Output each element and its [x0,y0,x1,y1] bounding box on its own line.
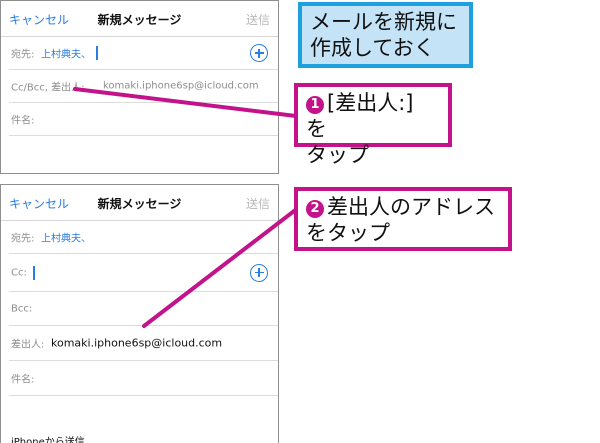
add-contact-icon[interactable] [250,263,268,282]
send-button[interactable]: 送信 [246,195,270,212]
to-recipient[interactable]: 上村典夫、 [41,46,91,61]
from-address[interactable]: komaki.iphone6sp@icloud.com [51,337,222,350]
nav-bar: キャンセル 新規メッセージ 送信 [1,185,278,221]
nav-bar: キャンセル 新規メッセージ 送信 [1,1,278,37]
subject-label: 件名: [11,115,35,127]
subject-field[interactable]: 件名: [9,103,278,136]
cc-bcc-from-field[interactable]: Cc/Bcc, 差出人: komaki.iphone6sp@icloud.com [9,70,278,103]
subject-label: 件名: [11,374,35,386]
to-label: 宛先: [11,233,35,245]
nav-title: 新規メッセージ [97,197,182,211]
to-field[interactable]: 宛先: 上村典夫、 [9,221,278,254]
callout-step2-line2: をタップ [306,221,390,245]
nav-title: 新規メッセージ [97,13,182,27]
send-button[interactable]: 送信 [246,11,270,28]
from-label: 差出人: [11,339,45,351]
callout-step1-line2: タップ [306,143,369,167]
cc-label: Cc: [11,267,27,278]
bcc-label: Bcc: [11,303,33,314]
add-contact-icon[interactable] [250,44,268,62]
to-recipient[interactable]: 上村典夫、 [41,230,91,245]
to-field[interactable]: 宛先: 上村典夫、 [9,37,278,70]
text-cursor [96,46,98,60]
cc-field[interactable]: Cc: [9,254,278,292]
callout-title-line1: メールを新規に [310,10,457,34]
step1-number-badge: 1 [306,96,324,114]
cc-bcc-from-label: Cc/Bcc, 差出人: [11,82,85,94]
callout-step1: 1 [差出人:] を タップ [294,83,452,167]
from-field[interactable]: 差出人: komaki.iphone6sp@icloud.com [9,326,278,361]
to-label: 宛先: [11,49,35,61]
cc-bcc-from-value: komaki.iphone6sp@icloud.com [103,80,259,92]
callout-step2: 2 差出人のアドレス をタップ [294,187,512,251]
callout-step2-line1: 差出人のアドレス [327,195,495,219]
signature-text: iPhoneから送信 [11,437,85,443]
text-cursor [33,265,35,280]
callout-title-line2: 作成しておく [310,36,435,60]
step2-number-badge: 2 [306,200,324,218]
compose-screen-1: キャンセル 新規メッセージ 送信 宛先: 上村典夫、 Cc/Bcc, 差出人: … [0,0,279,174]
callout-title: メールを新規に 作成しておく [298,2,473,68]
compose-screen-2: キャンセル 新規メッセージ 送信 宛先: 上村典夫、 Cc: Bcc: 差出人:… [0,184,279,443]
subject-field[interactable]: 件名: [9,361,278,396]
bcc-field[interactable]: Bcc: [9,292,278,326]
